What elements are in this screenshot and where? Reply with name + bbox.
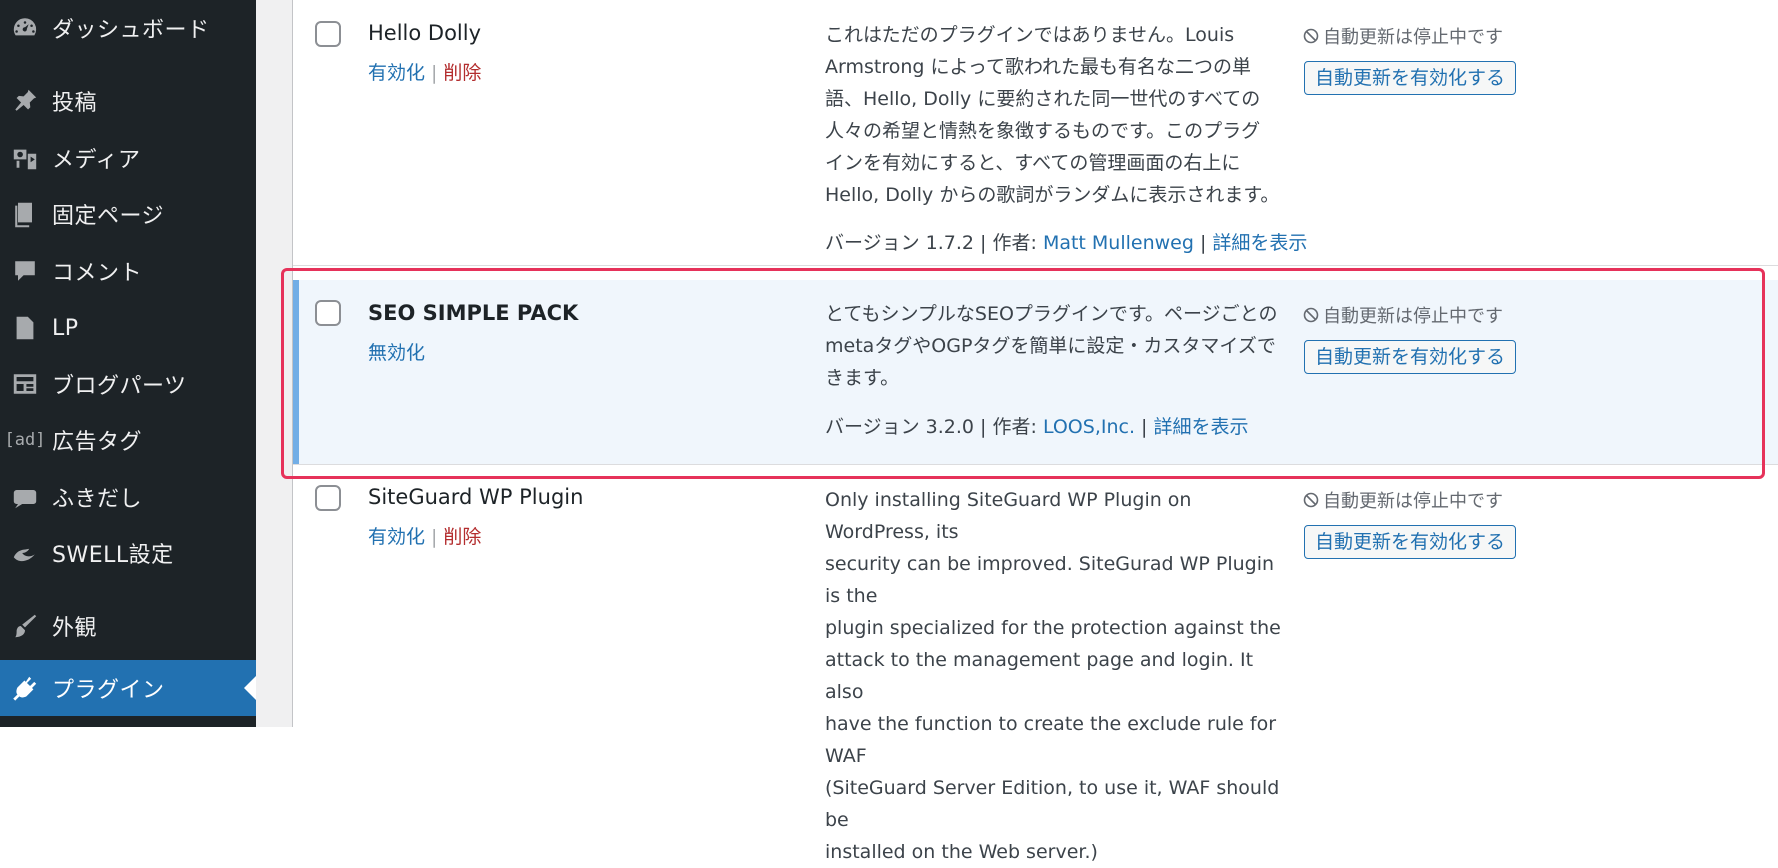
activate-link[interactable]: 有効化 (368, 62, 425, 84)
swell-icon (0, 525, 50, 581)
delete-link[interactable]: 削除 (443, 62, 481, 84)
description-line: 人々の希望と情熱を象徴するものです。このプラグ (825, 120, 1261, 142)
plugin-icon (0, 660, 50, 716)
comment-icon (0, 243, 50, 299)
deactivate-link[interactable]: 無効化 (368, 342, 425, 364)
sidebar-item-label: 広告タグ (52, 430, 143, 455)
plugin-checkbox[interactable] (315, 300, 341, 326)
plugin-description: とてもシンプルなSEOプラグインです。ページごとの metaタグやOGPタグを簡… (825, 298, 1285, 394)
plugin-name: Hello Dolly (368, 21, 482, 45)
sidebar-item-label: SWELL設定 (52, 543, 174, 568)
plugins-page: Hello Dolly 有効化 | 削除 これはただのプラグインではありません。Lo… (256, 0, 1778, 863)
layout-icon (0, 356, 50, 412)
sidebar-item-label: メディア (52, 148, 141, 173)
plugin-row-siteguard: SiteGuard WP Plugin 有効化 | 削除 Only installi… (293, 465, 1778, 863)
disabled-icon (1303, 28, 1319, 44)
sidebar-item-label: ブログパーツ (52, 374, 187, 399)
sidebar-item-blog-parts[interactable]: ブログパーツ (0, 356, 256, 412)
plugin-meta: バージョン 1.7.2 | 作者: Matt Mullenweg | 詳細を表示 (825, 228, 1307, 255)
sidebar-item-label: 投稿 (52, 91, 98, 116)
sidebar-item-posts[interactable]: 投稿 (0, 73, 256, 129)
sidebar-item-label: コメント (52, 261, 143, 286)
sidebar-item-plugins[interactable]: プラグイン (0, 660, 256, 716)
meta-separator: | (1135, 416, 1154, 438)
description-line: Armstrong によって歌われた最も有名な二つの単 (825, 56, 1252, 78)
sidebar-item-dashboard[interactable]: ダッシュボード (0, 0, 256, 56)
enable-auto-update-button[interactable]: 自動更新を有効化する (1304, 525, 1517, 559)
enable-auto-update-button[interactable]: 自動更新を有効化する (1304, 340, 1517, 374)
description-line: インを有効にすると、すべての管理画面の右上に (825, 152, 1241, 174)
sidebar-item-swell-settings[interactable]: SWELL設定 (0, 525, 256, 581)
plugin-meta: バージョン 3.2.0 | 作者: LOOS,Inc. | 詳細を表示 (825, 412, 1249, 439)
plugin-actions: 無効化 (368, 338, 425, 365)
auto-update-status: 自動更新は停止中です (1303, 302, 1503, 328)
dashboard-icon (0, 0, 50, 56)
meta-separator: | (1193, 232, 1213, 254)
sidebar-item-media[interactable]: メディア (0, 130, 256, 186)
sidebar-item-label: 固定ページ (52, 204, 165, 229)
admin-sidebar: ダッシュボード 投稿 メディア 固定ページ コメント LP ブログパーツ [ad… (0, 0, 256, 727)
auto-update-status-text: 自動更新は停止中です (1323, 491, 1503, 512)
plugin-actions: 有効化 | 削除 (368, 526, 482, 548)
sidebar-item-label: ダッシュボード (52, 18, 210, 43)
pin-icon (0, 73, 50, 129)
sidebar-item-label: LP (52, 315, 79, 341)
plugin-name: SiteGuard WP Plugin (368, 485, 584, 509)
auto-update-status-text: 自動更新は停止中です (1323, 306, 1503, 327)
plugin-description: これはただのプラグインではありません。Louis Armstrong によって歌… (825, 19, 1285, 211)
enable-auto-update-button[interactable]: 自動更新を有効化する (1304, 61, 1517, 95)
description-line: (SiteGuard Server Edition, to use it, WA… (825, 777, 1280, 831)
ad-icon: [ad] (4, 430, 46, 450)
details-link[interactable]: 詳細を表示 (1212, 232, 1307, 254)
sidebar-item-appearance[interactable]: 外観 (0, 598, 256, 654)
speech-bubble-icon (0, 469, 50, 525)
description-line: 語、Hello, Dolly に要約された同一世代のすべての (825, 88, 1261, 110)
description-line: Hello, Dolly からの歌詞がランダムに表示されます。 (825, 184, 1280, 206)
plugin-description: Only installing SiteGuard WP Plugin on W… (825, 484, 1285, 868)
plugin-row-hello-dolly: Hello Dolly 有効化 | 削除 これはただのプラグインではありません。Lo… (293, 0, 1778, 266)
active-indicator (293, 280, 299, 464)
description-line: metaタグやOGPタグを簡単に設定・カスタマイズで (825, 335, 1276, 357)
author-link[interactable]: Matt Mullenweg (1043, 232, 1194, 254)
plugin-actions: 有効化 | 削除 (368, 62, 482, 84)
author-link[interactable]: LOOS,Inc. (1043, 416, 1135, 438)
plugin-checkbox[interactable] (315, 21, 341, 47)
plugin-name: SEO SIMPLE PACK (368, 301, 579, 325)
sidebar-item-comments[interactable]: コメント (0, 243, 256, 299)
sidebar-item-speech-bubbles[interactable]: ふきだし (0, 469, 256, 525)
brush-icon (0, 598, 50, 654)
document-icon (0, 300, 50, 356)
delete-link[interactable]: 削除 (443, 526, 481, 548)
sidebar-item-pages[interactable]: 固定ページ (0, 186, 256, 242)
disabled-icon (1303, 492, 1319, 508)
activate-link[interactable]: 有効化 (368, 526, 425, 548)
details-link[interactable]: 詳細を表示 (1153, 416, 1248, 438)
media-icon (0, 130, 50, 186)
auto-update-status-text: 自動更新は停止中です (1323, 27, 1503, 48)
description-line: とてもシンプルなSEOプラグインです。ページごとの (825, 303, 1278, 325)
plugin-row-seo-simple-pack: SEO SIMPLE PACK 無効化 とてもシンプルなSEOプラグインです。ペ… (293, 280, 1778, 465)
version-text: バージョン 1.7.2 | 作者: (825, 232, 1043, 254)
description-line: これはただのプラグインではありません。Louis (825, 24, 1235, 46)
sidebar-item-label: ふきだし (52, 487, 143, 512)
auto-update-status: 自動更新は停止中です (1303, 23, 1503, 49)
description-line: attack to the management page and login.… (825, 649, 1254, 703)
description-line: きます。 (825, 367, 900, 389)
description-line: plugin specialized for the protection ag… (825, 617, 1281, 639)
description-line: installed on the Web server.) (825, 841, 1098, 863)
description-line: Only installing SiteGuard WP Plugin on W… (825, 489, 1192, 543)
version-text: バージョン 3.2.0 | 作者: (825, 416, 1043, 438)
sidebar-item-label: プラグイン (52, 678, 165, 703)
description-line: have the function to create the exclude … (825, 713, 1277, 767)
plugins-table: Hello Dolly 有効化 | 削除 これはただのプラグインではありません。Lo… (292, 0, 1778, 863)
sidebar-item-ad-tags[interactable]: [ad] 広告タグ (0, 412, 256, 468)
disabled-icon (1303, 307, 1319, 323)
description-line: security can be improved. SiteGurad WP P… (825, 553, 1275, 607)
auto-update-status: 自動更新は停止中です (1303, 487, 1503, 513)
sidebar-item-label: 外観 (52, 616, 98, 641)
sidebar-item-lp[interactable]: LP (0, 300, 256, 356)
plugin-checkbox[interactable] (315, 485, 341, 511)
page-icon (0, 186, 50, 242)
